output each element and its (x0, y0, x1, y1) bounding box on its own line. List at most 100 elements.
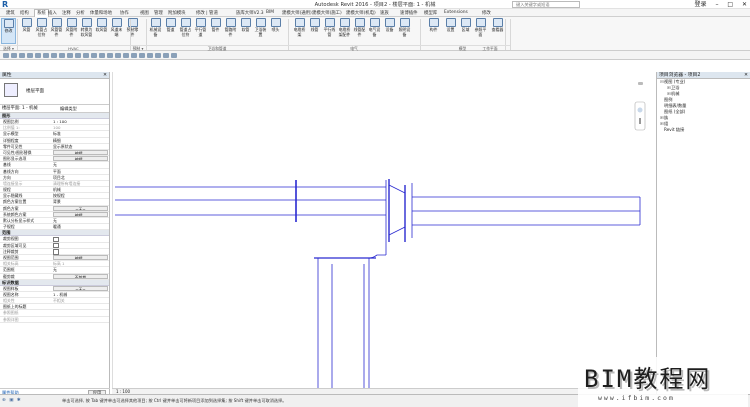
ribbon-button-15[interactable]: 软管 (238, 18, 253, 44)
tab-7[interactable]: 协作 (120, 10, 129, 16)
property-value[interactable]: 机械 (53, 187, 108, 193)
property-value[interactable]: 无 (53, 162, 108, 168)
quick-access-icon[interactable] (43, 53, 49, 58)
ribbon-button-19[interactable]: 线管 (307, 18, 322, 44)
ribbon-button-18[interactable]: 电缆桥架 (292, 18, 307, 44)
tab-3[interactable]: 插入 (48, 10, 57, 16)
edit-type-button[interactable]: 编辑类型 (60, 106, 77, 112)
close-icon[interactable]: ✕ (742, 1, 747, 8)
tab-11[interactable]: 修改 | 管道 (196, 10, 218, 16)
property-value[interactable]: 编辑... (53, 254, 108, 260)
property-value[interactable]: 平面 (53, 169, 108, 175)
tab-15[interactable]: 建模大师(施工) (312, 10, 342, 16)
property-value[interactable]: 编辑... (53, 156, 108, 162)
ribbon-button-30[interactable]: 查看器 (490, 18, 505, 44)
property-value[interactable]: <无> (53, 205, 108, 211)
ribbon-button-5[interactable]: 转换为软风管 (79, 18, 94, 44)
property-value[interactable]: 暖通 (53, 224, 108, 230)
property-checkbox[interactable] (53, 249, 108, 255)
tab-6[interactable]: 体量和场地 (90, 10, 112, 16)
quick-access-icon[interactable] (171, 53, 177, 58)
property-value[interactable]: 标准 (53, 131, 108, 137)
quick-access-icon[interactable] (59, 53, 65, 58)
property-value[interactable]: 背景 (53, 199, 108, 205)
close-icon[interactable]: ✕ (744, 72, 748, 79)
quick-access-icon[interactable] (123, 53, 129, 58)
quick-access-icon[interactable] (139, 53, 145, 58)
property-checkbox[interactable] (53, 243, 108, 249)
property-value[interactable]: 精细 (53, 138, 108, 144)
property-value[interactable]: 编辑... (53, 211, 108, 217)
quick-access-icon[interactable] (67, 53, 73, 58)
nav-bar[interactable] (634, 82, 646, 131)
property-value[interactable]: 无 (53, 218, 108, 224)
tab-10[interactable]: 附加模块 (168, 10, 186, 16)
tab-5[interactable]: 分析 (76, 10, 85, 16)
ribbon-button-16[interactable]: 卫浴装置 (253, 18, 268, 44)
search-input[interactable]: 键入关键字或短语 (512, 1, 580, 8)
user-label[interactable]: 登录 (695, 1, 707, 8)
ribbon-button-9[interactable]: 机械设备 (148, 18, 163, 44)
minimize-icon[interactable]: – (715, 1, 718, 8)
tab-4[interactable]: 注释 (62, 10, 71, 16)
ribbon-button-0[interactable]: 修改 (1, 18, 16, 44)
type-selector[interactable]: 楼层平面 (0, 79, 109, 105)
quick-access-icon[interactable] (75, 53, 81, 58)
quick-access-icon[interactable] (19, 53, 25, 58)
tab-9[interactable]: 管理 (154, 10, 163, 16)
ribbon-button-28[interactable]: 区域 (458, 18, 473, 44)
quick-access-icon[interactable] (11, 53, 17, 58)
quick-access-icon[interactable] (107, 53, 113, 58)
ribbon-button-20[interactable]: 平行线管 (322, 18, 337, 44)
ribbon-button-6[interactable]: 软风管 (94, 18, 109, 44)
quick-access-icon[interactable] (131, 53, 137, 58)
tab-17[interactable]: 速族 (380, 10, 389, 16)
ribbon-button-29[interactable]: 参照平面 (473, 18, 488, 44)
quick-access-icon[interactable] (51, 53, 57, 58)
tab-19[interactable]: 模型库 (424, 10, 437, 16)
quick-access-icon[interactable] (155, 53, 161, 58)
ribbon-button-3[interactable]: 风管管件 (49, 18, 64, 44)
tab-21[interactable]: 修改 (482, 10, 491, 16)
maximize-icon[interactable]: □ (727, 1, 733, 8)
ribbon-button-10[interactable]: 管道 (163, 18, 178, 44)
ribbon-button-7[interactable]: 风道末端 (109, 18, 124, 44)
quick-access-icon[interactable] (35, 53, 41, 58)
ribbon-button-1[interactable]: 风管 (19, 18, 34, 44)
tab-18[interactable]: 速博插件 (400, 10, 418, 16)
pipe-plan-drawing[interactable] (113, 72, 656, 388)
property-checkbox[interactable] (53, 236, 108, 242)
property-value[interactable]: 1 - 机械 (53, 292, 108, 298)
quick-access-icon[interactable] (99, 53, 105, 58)
property-value[interactable]: 无 (53, 267, 108, 273)
tab-14[interactable]: 建模大师(通用) (282, 10, 312, 16)
property-value[interactable]: 编辑... (53, 149, 108, 155)
ribbon-button-25[interactable]: 照明设备 (397, 18, 412, 44)
property-value[interactable]: <无> (53, 285, 108, 291)
browser-node[interactable]: Revit 链接 (657, 127, 750, 133)
ribbon-button-23[interactable]: 电气设备 (367, 18, 382, 44)
ribbon-button-27[interactable]: 设置 (443, 18, 458, 44)
ribbon-button-22[interactable]: 线管配件 (352, 18, 367, 44)
ribbon-button-26[interactable]: 构件 (426, 18, 441, 44)
instance-filter[interactable]: 楼层平面: 1 - 机械 编辑类型 (0, 105, 109, 113)
ribbon-button-2[interactable]: 风管占位符 (34, 18, 49, 44)
tab-0[interactable]: 建筑 (6, 10, 15, 16)
drawing-canvas[interactable] (112, 72, 655, 388)
ribbon-button-11[interactable]: 管道占位符 (178, 18, 193, 44)
quick-access-icon[interactable] (147, 53, 153, 58)
quick-access-icon[interactable] (115, 53, 121, 58)
close-icon[interactable]: ✕ (103, 72, 107, 79)
quick-access-icon[interactable] (3, 53, 9, 58)
property-value[interactable]: 不剪裁 (53, 273, 108, 279)
tab-8[interactable]: 视图 (140, 10, 149, 16)
property-value[interactable]: 按规程 (53, 193, 108, 199)
tab-13[interactable]: BIM (266, 10, 274, 15)
tab-12[interactable]: 族库大师V2.3 (236, 10, 264, 16)
tab-2[interactable]: 系统 (34, 9, 49, 17)
tab-16[interactable]: 建模大师(机电) (346, 10, 376, 16)
quick-access-icon[interactable] (91, 53, 97, 58)
ribbon-button-12[interactable]: 平行管道 (193, 18, 208, 44)
ribbon-button-14[interactable]: 管路附件 (223, 18, 238, 44)
quick-access-icon[interactable] (27, 53, 33, 58)
